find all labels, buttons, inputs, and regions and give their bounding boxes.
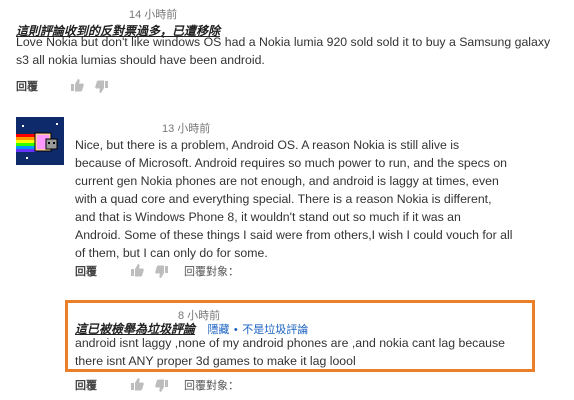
comment2-reply-button[interactable]: 回覆 — [75, 263, 97, 279]
comment2-line: current gen Nokia phones are not enough,… — [75, 174, 499, 188]
comment3-body: android isnt laggy ,none of my android p… — [75, 334, 535, 370]
thumb-down-icon[interactable] — [155, 379, 169, 393]
comment2-line: Android. Some of these things I said wer… — [75, 228, 513, 242]
comment2-timestamp: 13 小時前 — [162, 123, 211, 135]
thumb-up-icon[interactable] — [130, 377, 144, 391]
thumb-down-icon[interactable] — [95, 80, 109, 94]
comment2-body: Nice, but there is a problem, Android OS… — [75, 136, 565, 262]
comment1-timestamp: 14 小時前 — [129, 9, 178, 21]
comment2-line: Nice, but there is a problem, Android OS… — [75, 138, 460, 152]
comment1-body: Love Nokia but don't like windows OS had… — [16, 35, 551, 67]
comment2-line: with a quad core and everything special.… — [75, 192, 492, 206]
comment2-line: because of Microsoft. Android requires s… — [75, 156, 507, 170]
comment1-reply-button[interactable]: 回覆 — [16, 78, 38, 94]
comment3-reply-to-label[interactable]: 回覆對象： — [184, 377, 239, 393]
comment3-line: android isnt laggy ,none of my android p… — [75, 336, 506, 350]
comment2-line: and that is Windows Phone 8, it wouldn't… — [75, 210, 461, 224]
comment3-reply-button[interactable]: 回覆 — [75, 377, 97, 393]
thumb-down-icon[interactable] — [155, 265, 169, 279]
thumb-up-icon[interactable] — [130, 263, 144, 277]
comment2-line: of them, but I can only do for some. — [75, 246, 268, 260]
comment3-line: there isnt ANY proper 3d games to make i… — [75, 354, 356, 368]
nyan-cat-avatar[interactable] — [16, 117, 64, 165]
comment2-reply-to-label[interactable]: 回覆對象： — [184, 263, 239, 279]
thumb-up-icon[interactable] — [70, 78, 84, 92]
